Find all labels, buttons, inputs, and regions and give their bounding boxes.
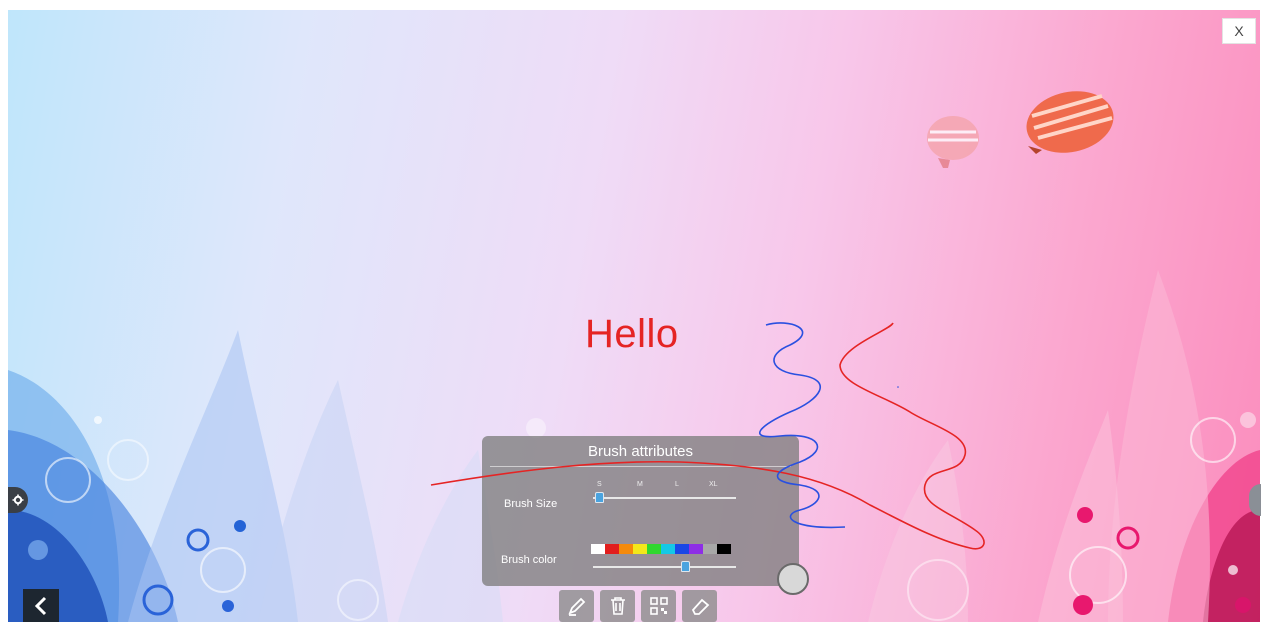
color-swatch-black[interactable] [717,544,731,554]
eraser-icon [691,598,709,615]
size-tick-s: S [597,481,602,488]
balloon-small [927,116,979,168]
panel-title: Brush attributes [587,443,694,460]
close-button[interactable]: X [1222,18,1256,44]
balloon-large [1026,91,1114,154]
color-swatch-white[interactable] [591,544,605,554]
brush-color-slider[interactable] [593,566,736,568]
color-swatch-cyan[interactable] [661,544,675,554]
brush-preview-button[interactable] [777,563,809,595]
bottom-toolbar [559,590,717,622]
brush-size-slider[interactable] [593,497,736,499]
size-tick-m: M [637,481,643,488]
brush-color-handle[interactable] [680,561,690,572]
gear-icon [12,494,24,506]
color-swatch-green[interactable] [647,544,661,554]
color-swatch-blue[interactable] [675,544,689,554]
size-tick-l: L [675,481,679,488]
qr-code-tool-button[interactable] [641,590,676,622]
color-swatch-yellow[interactable] [633,544,647,554]
panel-divider [490,466,791,467]
qr-code-icon [649,597,668,615]
pen-tool-button[interactable] [559,590,594,622]
color-swatch-orange[interactable] [619,544,633,554]
brush-attributes-panel: Brush attributes Brush Size S M L XL Bru… [482,436,799,586]
trash-icon [610,597,625,615]
color-swatch-gray[interactable] [703,544,717,554]
chevron-left-icon [34,596,47,615]
brush-size-label: Brush Size [504,498,558,510]
color-swatch-row[interactable] [591,544,731,554]
color-swatch-purple[interactable] [689,544,703,554]
brush-color-label: Brush color [501,554,557,566]
pen-icon [567,597,585,616]
brush-size-handle[interactable] [595,492,604,503]
back-button[interactable] [23,589,59,622]
size-tick-xl: XL [709,481,718,488]
color-swatch-red[interactable] [605,544,619,554]
delete-tool-button[interactable] [600,590,635,622]
canvas-text-hello: Hello [585,312,679,356]
right-settings-tab[interactable] [1249,484,1261,516]
eraser-tool-button[interactable] [682,590,717,622]
